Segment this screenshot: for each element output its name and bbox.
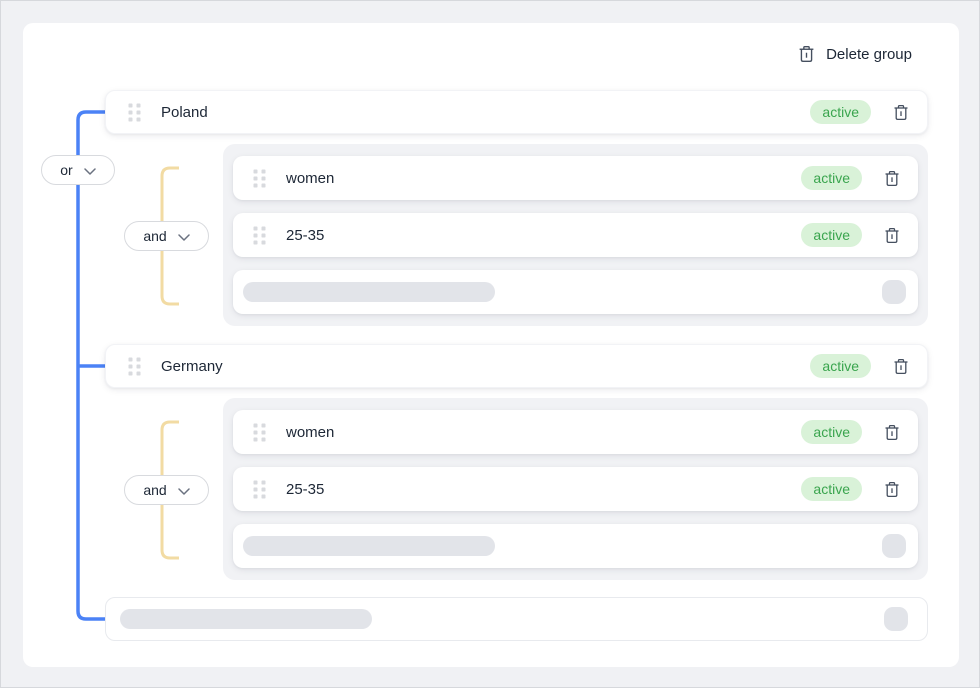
- group-operator-value: and: [143, 228, 166, 244]
- trash-icon[interactable]: [884, 424, 900, 441]
- skeleton-text-placeholder: [243, 282, 495, 302]
- condition-group: women active 25-35: [223, 144, 928, 326]
- condition-row-placeholder: [233, 524, 918, 568]
- trash-icon: [798, 45, 815, 63]
- drag-handle-icon[interactable]: [128, 103, 141, 122]
- status-badge[interactable]: active: [810, 354, 871, 378]
- root-operator-select[interactable]: or: [41, 155, 115, 185]
- drag-handle-icon[interactable]: [253, 169, 266, 188]
- group-row-poland[interactable]: Poland active: [105, 90, 928, 134]
- condition-row-placeholder: [233, 270, 918, 314]
- skeleton-text-placeholder: [243, 536, 495, 556]
- condition-label: 25-35: [286, 227, 324, 244]
- trash-icon[interactable]: [893, 104, 909, 121]
- trash-icon[interactable]: [884, 170, 900, 187]
- trash-icon[interactable]: [893, 358, 909, 375]
- status-badge[interactable]: active: [801, 477, 862, 501]
- condition-row-women[interactable]: women active: [233, 156, 918, 200]
- status-badge[interactable]: active: [801, 420, 862, 444]
- drag-handle-icon[interactable]: [253, 226, 266, 245]
- condition-label: 25-35: [286, 481, 324, 498]
- status-badge[interactable]: active: [801, 223, 862, 247]
- status-badge[interactable]: active: [801, 166, 862, 190]
- condition-label: women: [286, 424, 334, 441]
- trash-icon[interactable]: [884, 481, 900, 498]
- status-badge[interactable]: active: [810, 100, 871, 124]
- group-operator-select[interactable]: and: [124, 221, 209, 251]
- trash-icon[interactable]: [884, 227, 900, 244]
- chevron-down-icon: [178, 228, 190, 244]
- skeleton-control-placeholder: [882, 280, 906, 304]
- condition-row-25-35[interactable]: 25-35 active: [233, 467, 918, 511]
- condition-group: women active 25-35: [223, 398, 928, 580]
- delete-group-button[interactable]: Delete group: [798, 45, 912, 63]
- condition-row-25-35[interactable]: 25-35 active: [233, 213, 918, 257]
- skeleton-control-placeholder: [884, 607, 908, 631]
- delete-group-label: Delete group: [826, 46, 912, 63]
- chevron-down-icon: [178, 482, 190, 498]
- skeleton-control-placeholder: [882, 534, 906, 558]
- drag-handle-icon[interactable]: [253, 423, 266, 442]
- group-operator-value: and: [143, 482, 166, 498]
- drag-handle-icon[interactable]: [128, 357, 141, 376]
- filter-builder-panel: Delete group or Poland active: [23, 23, 959, 667]
- group-name: Germany: [161, 358, 223, 375]
- group-row-placeholder: [105, 597, 928, 641]
- group-operator-select[interactable]: and: [124, 475, 209, 505]
- chevron-down-icon: [84, 162, 96, 178]
- condition-label: women: [286, 170, 334, 187]
- drag-handle-icon[interactable]: [253, 480, 266, 499]
- condition-row-women[interactable]: women active: [233, 410, 918, 454]
- skeleton-text-placeholder: [120, 609, 372, 629]
- root-operator-value: or: [60, 162, 72, 178]
- or-connector-line: [78, 112, 105, 619]
- group-row-germany[interactable]: Germany active: [105, 344, 928, 388]
- group-name: Poland: [161, 104, 208, 121]
